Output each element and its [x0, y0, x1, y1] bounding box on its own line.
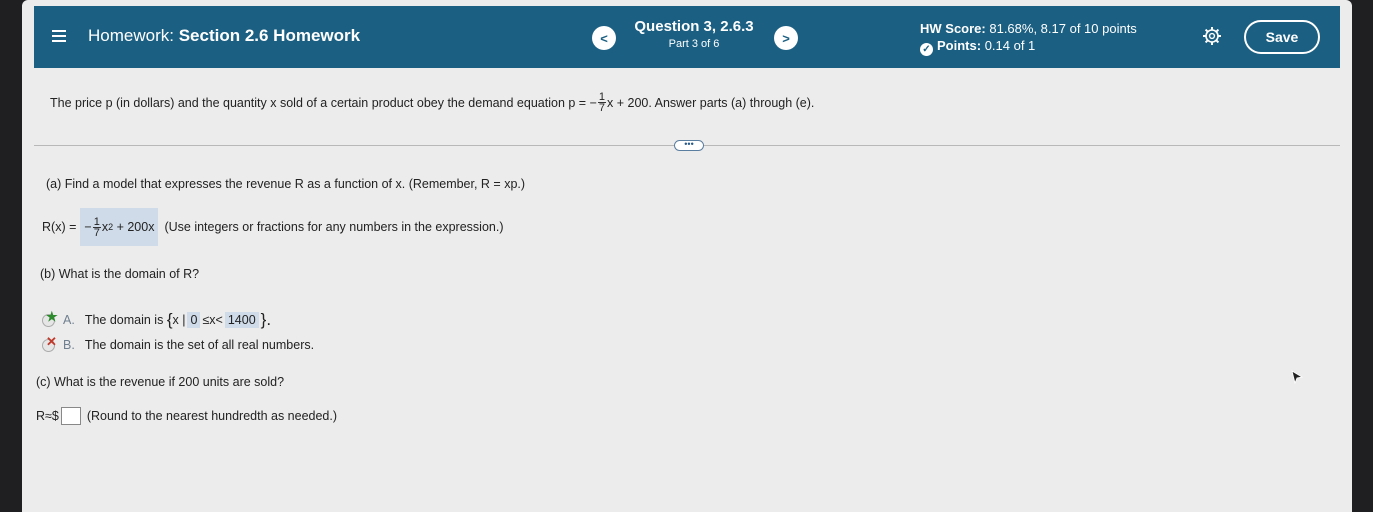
domain-upper-bound: 1400: [224, 312, 259, 328]
choice-b-letter: B.: [63, 338, 75, 352]
choice-b-text: The domain is the set of all real number…: [84, 338, 315, 352]
part-c-answer-row: R≈$ (Round to the nearest hundredth as n…: [36, 407, 337, 425]
homework-title-main: Section 2.6 Homework: [178, 26, 361, 45]
part-a-answer-exponent: 2: [108, 222, 114, 232]
part-a-answer-field[interactable]: − 1 7 x2 + 200x: [80, 208, 159, 246]
part-c-hint: (Round to the nearest hundredth as neede…: [86, 409, 338, 423]
choice-a-option[interactable]: ★ A. The domain is {x | 0 ≤x< 1400}.: [42, 309, 272, 330]
part-a-answer-row: R(x) = − 1 7 x2 + 200x (Use integers or …: [42, 208, 504, 246]
part-c-lhs: R≈$: [36, 409, 59, 423]
part-a-answer-tail: + 200x: [116, 220, 155, 234]
choice-a-radio[interactable]: ★: [42, 309, 58, 327]
demand-fraction-denominator: 7: [598, 102, 605, 114]
correct-star-icon: ★: [46, 308, 58, 324]
choice-b-radio[interactable]: ✕: [42, 334, 57, 352]
problem-statement: The price p (in dollars) and the quantit…: [50, 92, 815, 114]
part-a-lhs: R(x) =: [42, 220, 77, 234]
previous-question-button[interactable]: <: [592, 26, 616, 50]
score-panel: HW Score: 81.68%, 8.17 of 10 points ✓ Poi…: [920, 20, 1137, 56]
browser-screen: Homework: Section 2.6 Homework < Questio…: [22, 0, 1352, 512]
domain-lower-bound: 0: [187, 312, 201, 328]
domain-inequality: ≤x<: [202, 313, 223, 327]
set-close-brace: }.: [260, 310, 272, 329]
question-title: Question 3, 2.6.3: [634, 18, 754, 35]
points-value: 0.14 of 1: [984, 38, 1036, 53]
incorrect-x-icon: ✕: [46, 333, 57, 349]
homework-title-prefix: Homework:: [88, 26, 174, 45]
gear-icon[interactable]: [1202, 26, 1222, 46]
demand-fraction: 1 7: [597, 92, 606, 114]
part-a-answer-sign: −: [84, 220, 92, 234]
save-button[interactable]: Save: [1244, 20, 1320, 54]
set-expression: x |: [172, 313, 186, 327]
revenue-answer-input[interactable]: [60, 407, 81, 425]
hw-score: HW Score: 81.68%, 8.17 of 10 points: [920, 20, 1137, 37]
part-a-question: (a) Find a model that expresses the reve…: [46, 177, 526, 191]
part-c-question: (c) What is the revenue if 200 units are…: [36, 375, 285, 389]
points: ✓ Points: 0.14 of 1: [920, 37, 1137, 56]
part-b-question: (b) What is the domain of R?: [40, 267, 200, 281]
part-a-fraction-denominator: 7: [93, 226, 100, 239]
homework-title: Homework: Section 2.6 Homework: [88, 26, 360, 46]
points-label: Points:: [937, 38, 982, 53]
part-a-fraction-numerator: 1: [92, 215, 101, 228]
chevron-right-icon: >: [782, 30, 790, 46]
hw-score-value: 81.68%, 8.17 of 10 points: [989, 21, 1137, 36]
choice-a-letter: A.: [63, 313, 75, 327]
hamburger-menu-icon[interactable]: [52, 30, 66, 42]
choice-a-text: The domain is: [84, 313, 164, 327]
problem-tail: x + 200. Answer parts (a) through (e).: [607, 95, 815, 110]
partial-credit-icon: ✓: [920, 43, 933, 56]
problem-intro: The price p (in dollars) and the quantit…: [50, 95, 597, 110]
mouse-cursor-icon: [1291, 370, 1304, 384]
question-part: Part 3 of 6: [668, 38, 720, 50]
question-info: Question 3, 2.6.3 Part 3 of 6: [620, 18, 768, 50]
expand-more-button[interactable]: •••: [674, 140, 704, 151]
top-header-bar: Homework: Section 2.6 Homework < Questio…: [34, 6, 1340, 68]
hw-score-label: HW Score:: [920, 21, 986, 36]
chevron-left-icon: <: [600, 30, 608, 46]
next-question-button[interactable]: >: [774, 26, 798, 50]
part-a-fraction: 1 7: [92, 215, 101, 239]
part-a-hint: (Use integers or fractions for any numbe…: [164, 220, 504, 234]
choice-b-option[interactable]: ✕ B. The domain is the set of all real n…: [42, 334, 315, 352]
